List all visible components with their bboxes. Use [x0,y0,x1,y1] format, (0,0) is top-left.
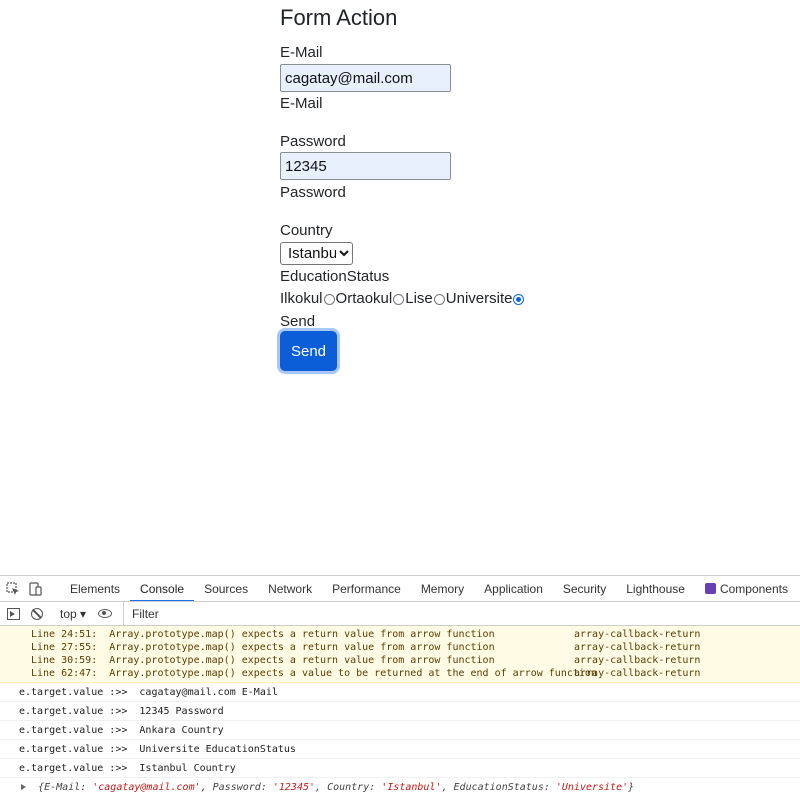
password-echo: Password [280,184,346,201]
console-toolbar: top ▾ Filter [0,601,800,626]
object-sep: , EducationStatus: [441,782,556,793]
warning-line: Line 27:55: Array.prototype.map() expect… [0,641,800,654]
radio-option-universite: Universite [446,290,526,308]
send-button[interactable]: Send [280,331,337,371]
country-label: Country [280,222,333,239]
email-label: E-Mail [280,44,323,61]
country-select[interactable]: Istanbul [280,242,353,265]
radio-option-ilkokul: Ilkokul [280,290,336,308]
warning-line: Line 24:51: Array.prototype.map() expect… [0,628,800,641]
warning-rule[interactable]: array-callback-return [574,654,700,667]
email-echo: E-Mail [280,95,323,112]
warning-rule[interactable]: array-callback-return [574,641,700,654]
devtools-tabbar: Elements Console Sources Network Perform… [0,576,800,602]
radio-label-lise: Lise [405,290,433,307]
object-close: } [628,782,635,793]
radio-label-ortaokul: Ortaokul [335,290,393,307]
radio-option-lise: Lise [405,290,446,308]
warning-message: Array.prototype.map() expects a return v… [109,629,495,640]
warning-rule[interactable]: array-callback-return [574,667,700,680]
password-label: Password [280,133,346,150]
warning-location: Line 30:59: [31,655,98,666]
radio-lise[interactable] [433,293,445,305]
context-selector[interactable]: top ▾ [60,607,86,621]
warning-line: Line 62:47: Array.prototype.map() expect… [0,667,800,680]
object-sep: , Password: [200,782,273,793]
tab-elements[interactable]: Elements [60,576,130,601]
tab-network[interactable]: Network [258,576,322,601]
education-radio-group: Ilkokul Ortaokul Lise Universite [280,290,525,308]
expand-triangle-icon[interactable] [21,784,26,790]
page-title: Form Action [280,5,398,30]
console-log-line: e.target.value :>> cagatay@mail.com E-Ma… [0,683,800,702]
console-log-line: e.target.value :>> 12345 Password [0,702,800,721]
console-object-log[interactable]: {E-Mail: 'cagatay@mail.com', Password: '… [0,778,800,797]
tab-application[interactable]: Application [474,576,553,601]
warning-message: Array.prototype.map() expects a return v… [109,655,495,666]
warning-location: Line 62:47: [31,668,98,679]
object-country-value: 'Istanbul' [381,782,442,793]
inspect-element-icon[interactable] [6,581,20,596]
clear-console-icon[interactable] [31,607,43,620]
warning-rule[interactable]: array-callback-return [574,628,700,641]
page: Form Action E-Mail E-Mail Password Passw… [0,0,800,800]
object-sep: , Country: [315,782,382,793]
warning-location: Line 24:51: [31,629,98,640]
warning-message: Array.prototype.map() expects a value to… [109,668,597,679]
radio-option-ortaokul: Ortaokul [336,290,406,308]
radio-label-universite: Universite [445,290,513,307]
devtools-panel: Elements Console Sources Network Perform… [0,575,800,800]
object-email-value: 'cagatay@mail.com' [92,782,201,793]
warning-location: Line 27:55: [31,642,98,653]
console-log-line: e.target.value :>> Universite EducationS… [0,740,800,759]
live-expression-eye-icon[interactable] [98,609,113,618]
console-log-line: e.target.value :>> Ankara Country [0,721,800,740]
warning-message: Array.prototype.map() expects a return v… [109,642,495,653]
console-filter-input[interactable]: Filter [123,601,800,626]
eslint-warnings: Line 24:51: Array.prototype.map() expect… [0,626,800,683]
tab-lighthouse[interactable]: Lighthouse [616,576,695,601]
tab-components[interactable]: Components [695,576,798,601]
tab-performance[interactable]: Performance [322,576,411,601]
object-education-value: 'Universite' [555,782,629,793]
react-components-icon [704,582,716,594]
object-open: {E-Mail: [38,782,93,793]
radio-ilkokul[interactable] [323,293,335,305]
object-password-value: '12345' [272,782,316,793]
education-label: EducationStatus [280,268,390,285]
email-field[interactable] [280,64,451,92]
radio-ortaokul[interactable] [393,293,405,305]
warning-line: Line 30:59: Array.prototype.map() expect… [0,654,800,667]
radio-universite[interactable] [513,293,525,305]
console-log-line: e.target.value :>> Istanbul Country [0,759,800,778]
device-toolbar-icon[interactable] [28,581,42,596]
password-field[interactable] [280,152,451,180]
tab-components-label: Components [719,581,788,596]
radio-label-ilkokul: Ilkokul [280,290,323,307]
tab-console[interactable]: Console [130,576,195,601]
tab-security[interactable]: Security [553,576,616,601]
send-echo: Send [280,313,316,330]
show-sidebar-icon[interactable] [7,607,20,620]
tab-memory[interactable]: Memory [411,576,474,601]
tab-sources[interactable]: Sources [194,576,258,601]
